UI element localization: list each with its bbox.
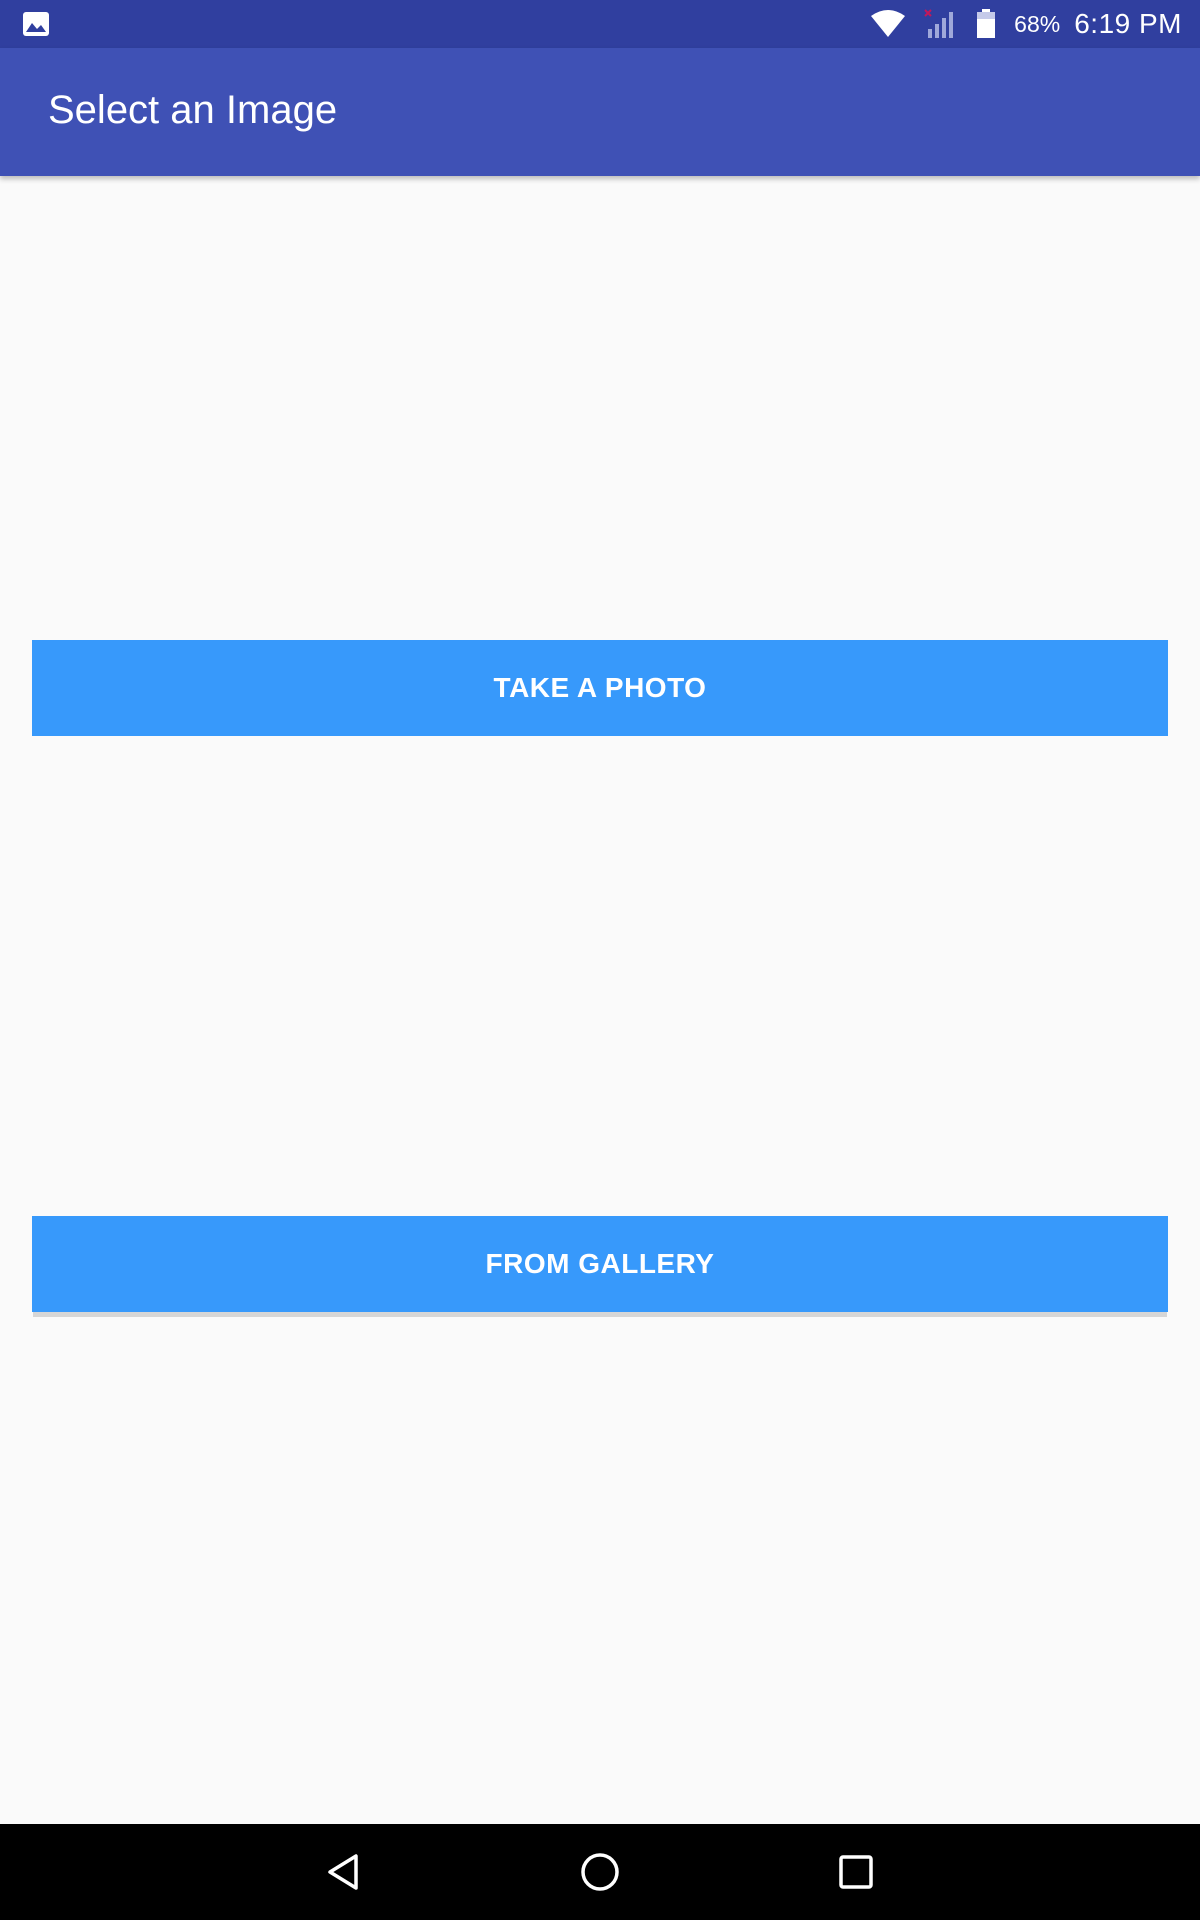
home-icon[interactable] — [570, 1842, 630, 1902]
status-icons: 68% 6:19 PM — [870, 0, 1182, 48]
back-icon[interactable] — [314, 1842, 374, 1902]
from-gallery-label: FROM GALLERY — [485, 1248, 715, 1279]
image-icon — [22, 11, 50, 37]
take-photo-button[interactable]: TAKE A PHOTO — [32, 640, 1168, 736]
signal-icon — [924, 9, 958, 39]
page-title: Select an Image — [48, 88, 338, 132]
from-gallery-button[interactable]: FROM GALLERY — [32, 1216, 1168, 1312]
screen: 68% 6:19 PM Select an Image TAKE A PHOTO… — [0, 0, 1200, 1920]
app-bar: Select an Image — [0, 48, 1200, 176]
wifi-icon — [870, 10, 906, 38]
battery-icon — [976, 9, 996, 39]
recents-icon[interactable] — [826, 1842, 886, 1902]
navigation-bar — [0, 1824, 1200, 1920]
status-time: 6:19 PM — [1074, 8, 1182, 39]
status-bar: 68% 6:19 PM — [0, 0, 1200, 48]
take-photo-label: TAKE A PHOTO — [493, 672, 707, 703]
battery-percent: 68% — [1014, 10, 1061, 37]
